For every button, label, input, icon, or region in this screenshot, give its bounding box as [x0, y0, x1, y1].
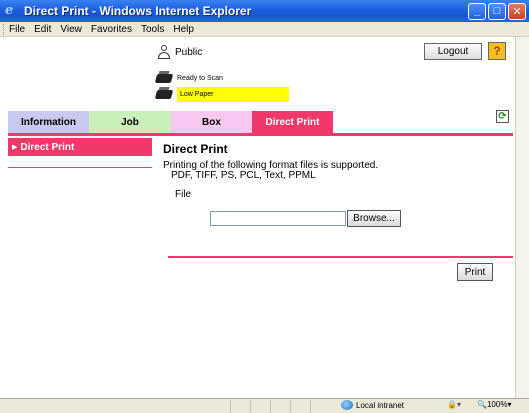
zoom-control[interactable]: 🔍 100% ▾ — [477, 400, 511, 409]
toolbar-grip — [3, 23, 6, 35]
protected-mode-icon[interactable]: 🔒▾ — [447, 400, 461, 409]
print-button[interactable]: Print — [457, 263, 493, 281]
tab-underline — [8, 133, 513, 136]
scanner-icon — [154, 71, 174, 86]
menu-bar: File Edit View Favorites Tools Help — [0, 22, 529, 37]
zoom-level: 100% — [486, 400, 508, 409]
paper-status: Low Paper — [154, 87, 289, 102]
menu-help[interactable]: Help — [173, 24, 194, 35]
sidebar-item-label: Direct Print — [20, 141, 75, 153]
user-indicator: Public — [157, 45, 202, 59]
security-zone-label: Local intranet — [356, 400, 405, 410]
sidebar-divider — [8, 167, 152, 168]
zoom-icon: 🔍 — [477, 400, 487, 409]
browse-button[interactable]: Browse... — [347, 210, 401, 227]
page-content: Public Logout ? Ready to Scan Low Paper … — [0, 37, 529, 398]
tab-direct-print[interactable]: Direct Print — [252, 111, 333, 133]
status-segment — [230, 399, 250, 413]
tab-box[interactable]: Box — [171, 111, 252, 133]
status-segment — [290, 399, 310, 413]
main-tabs: Information Job Box Direct Print — [8, 111, 333, 133]
menu-file[interactable]: File — [9, 24, 25, 35]
maximize-button[interactable]: □ — [488, 2, 506, 20]
file-label: File — [175, 189, 192, 200]
status-segment — [250, 399, 270, 413]
status-segment — [270, 399, 290, 413]
security-zone[interactable]: Local intranet — [341, 400, 404, 410]
menu-view[interactable]: View — [60, 24, 82, 35]
close-button[interactable]: ✕ — [508, 2, 526, 20]
tab-information[interactable]: Information — [8, 111, 89, 133]
window-title: Direct Print - Windows Internet Explorer — [24, 4, 252, 18]
page-title: Direct Print — [163, 142, 228, 156]
menu-favorites[interactable]: Favorites — [91, 24, 132, 35]
window-titlebar: e Direct Print - Windows Internet Explor… — [0, 0, 529, 22]
file-path-input[interactable] — [210, 211, 346, 226]
printer-warning-icon — [154, 87, 174, 102]
user-icon — [157, 45, 171, 59]
internet-explorer-icon: e — [5, 3, 14, 18]
refresh-icon[interactable]: ⟳ — [496, 110, 509, 123]
menu-edit[interactable]: Edit — [34, 24, 51, 35]
minimize-button[interactable]: _ — [468, 2, 486, 20]
status-segment — [310, 399, 330, 413]
scan-status: Ready to Scan — [154, 71, 223, 86]
status-bar: Local intranet 🔒▾ 🔍 100% ▾ — [0, 398, 529, 413]
intranet-globe-icon — [341, 400, 353, 410]
format-list: PDF, TIFF, PS, PCL, Text, PPML — [171, 170, 316, 181]
content-divider — [168, 256, 513, 258]
help-icon[interactable]: ? — [488, 42, 506, 60]
menu-tools[interactable]: Tools — [141, 24, 164, 35]
chevron-down-icon: ▾ — [507, 400, 512, 409]
logout-button[interactable]: Logout — [424, 43, 482, 60]
tab-job[interactable]: Job — [89, 111, 171, 133]
vertical-scrollbar[interactable] — [515, 37, 529, 398]
sidebar-item-direct-print[interactable]: ▶ Direct Print — [8, 138, 152, 156]
scan-status-text: Ready to Scan — [177, 75, 223, 82]
format-description: Printing of the following format files i… — [163, 161, 378, 181]
user-name: Public — [175, 46, 203, 58]
paper-status-text: Low Paper — [177, 87, 289, 102]
play-arrow-icon: ▶ — [12, 144, 18, 151]
